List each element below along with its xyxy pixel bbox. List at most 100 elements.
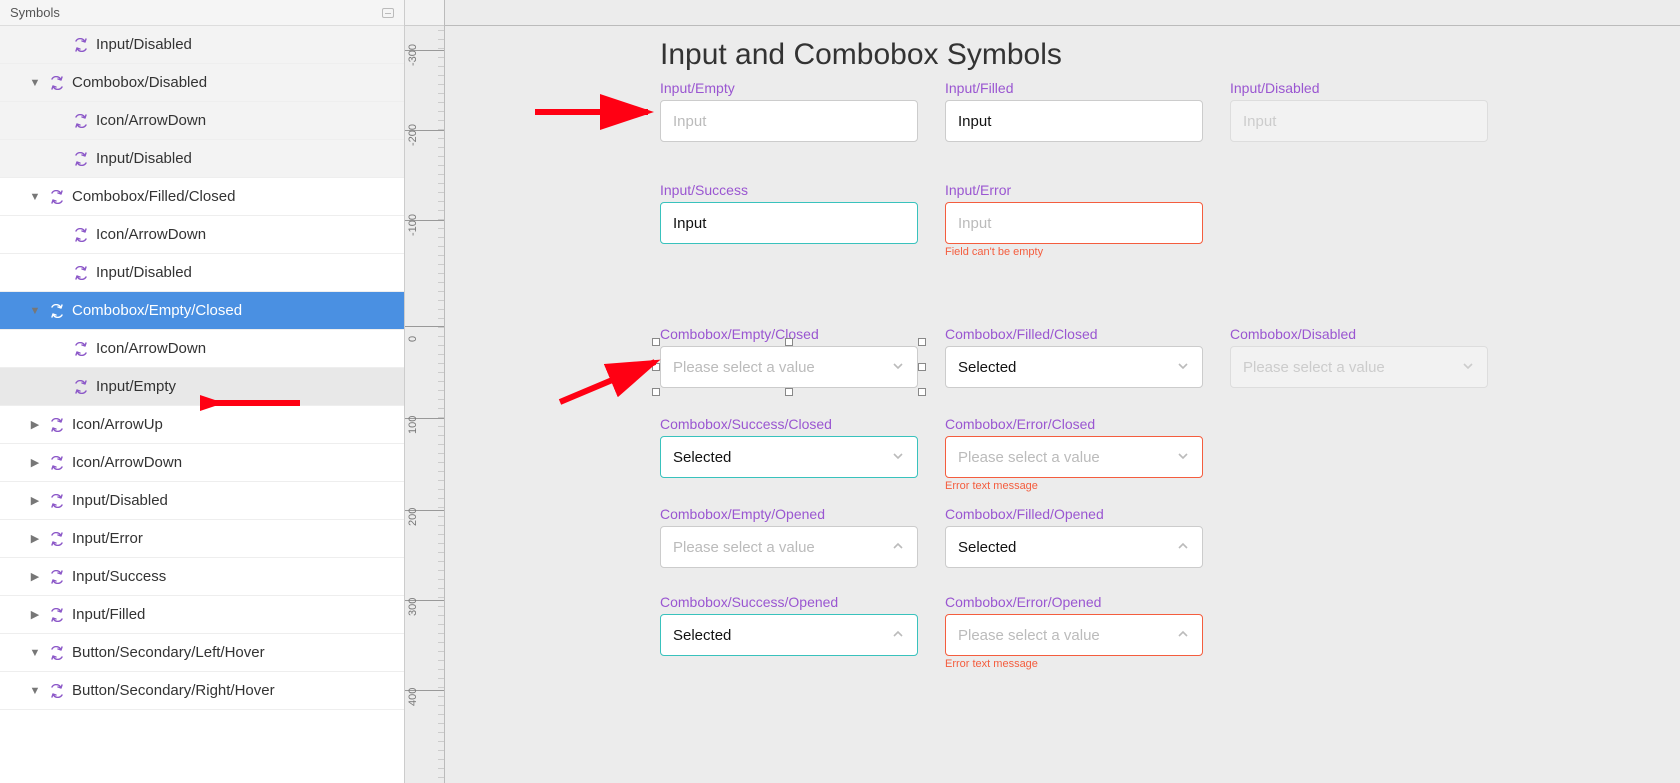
layer-row[interactable]: Icon/ArrowDown (0, 216, 404, 254)
input-filled[interactable]: Input (945, 100, 1203, 142)
symbol-icon (48, 570, 66, 584)
input-filled-value: Input (958, 113, 1190, 130)
disclosure-triangle-icon[interactable]: ▼ (28, 191, 42, 203)
disclosure-triangle-icon[interactable]: ▼ (28, 305, 42, 317)
layer-row[interactable]: Icon/ArrowDown (0, 330, 404, 368)
symbol-icon (48, 494, 66, 508)
layer-row[interactable]: ▶ Icon/ArrowUp (0, 406, 404, 444)
layer-label: Input/Disabled (96, 36, 192, 53)
ruler-tick-label: -200 (407, 120, 419, 146)
layer-row[interactable]: ▶Icon/ArrowDown (0, 444, 404, 482)
panel-title: Symbols (10, 5, 60, 20)
ruler-tick-label: 400 (407, 680, 419, 706)
input-success-value: Input (673, 215, 905, 232)
symbol-icon (72, 152, 90, 166)
panel-collapse-icon[interactable] (382, 8, 394, 18)
chevron-down-icon (1176, 449, 1190, 466)
input-empty[interactable]: Input (660, 100, 918, 142)
layers-panel: Symbols Input/Disabled ▼ Combobox/Disabled… (0, 0, 405, 783)
combobox-success-opened[interactable]: Selected (660, 614, 918, 656)
layer-row[interactable]: ▼Button/Secondary/Left/Hover (0, 634, 404, 672)
layer-row[interactable]: Icon/ArrowDown (0, 102, 404, 140)
combobox-filled-opened[interactable]: Selected (945, 526, 1203, 568)
layer-label: Icon/ArrowDown (96, 226, 206, 243)
layer-row[interactable]: Input/Empty (0, 368, 404, 406)
disclosure-triangle-icon[interactable]: ▶ (28, 570, 42, 583)
label-cbx-success-closed: Combobox/Success/Closed (660, 416, 832, 432)
layers-list: Input/Disabled ▼ Combobox/Disabled Icon/Arr… (0, 26, 404, 710)
chevron-up-icon (1176, 627, 1190, 644)
ruler-tick-label: 200 (407, 500, 419, 526)
cbx-filled-opened-value: Selected (958, 539, 1176, 556)
combobox-empty-opened[interactable]: Please select a value (660, 526, 918, 568)
label-input-filled: Input/Filled (945, 80, 1013, 96)
layer-row[interactable]: ▼ Button/Secondary/Right/Hover (0, 672, 404, 710)
disclosure-triangle-icon[interactable]: ▼ (28, 77, 42, 89)
layer-label: Input/Disabled (96, 150, 192, 167)
ruler-tick-label: -100 (407, 210, 419, 236)
label-cbx-success-opened: Combobox/Success/Opened (660, 594, 838, 610)
cbx-empty-opened-placeholder: Please select a value (673, 539, 891, 556)
layer-row[interactable]: ▶Input/Filled (0, 596, 404, 634)
chevron-down-icon (891, 449, 905, 466)
disclosure-triangle-icon[interactable]: ▶ (28, 608, 42, 621)
layer-label: Combobox/Empty/Closed (72, 302, 242, 319)
cbx-error-closed-placeholder: Please select a value (958, 449, 1176, 466)
ruler-tick-label: 100 (407, 408, 419, 434)
combobox-error-opened[interactable]: Please select a value (945, 614, 1203, 656)
layer-row[interactable]: Input/Disabled (0, 140, 404, 178)
label-input-error: Input/Error (945, 182, 1011, 198)
input-disabled-placeholder: Input (1243, 113, 1475, 130)
layer-row[interactable]: ▶Input/Error (0, 520, 404, 558)
label-cbx-empty-closed: Combobox/Empty/Closed (660, 326, 819, 342)
cbx-disabled-placeholder: Please select a value (1243, 359, 1461, 376)
symbol-icon (48, 646, 66, 660)
label-cbx-filled-closed: Combobox/Filled/Closed (945, 326, 1098, 342)
disclosure-triangle-icon[interactable]: ▶ (28, 456, 42, 469)
ruler-tick-label: 0 (407, 316, 419, 342)
layer-row[interactable]: ▼Combobox/Filled/Closed (0, 178, 404, 216)
symbol-icon (48, 456, 66, 470)
layer-label: Icon/ArrowDown (96, 340, 206, 357)
symbol-icon (48, 76, 66, 90)
label-cbx-disabled: Combobox/Disabled (1230, 326, 1356, 342)
layer-row[interactable]: ▶Input/Disabled (0, 482, 404, 520)
input-error[interactable]: Input (945, 202, 1203, 244)
input-success[interactable]: Input (660, 202, 918, 244)
layer-label: Input/Disabled (96, 264, 192, 281)
canvas[interactable]: Input and Combobox Symbols Input/Empty I… (445, 26, 1680, 783)
layer-label: Button/Secondary/Right/Hover (72, 682, 275, 699)
layer-label: Combobox/Disabled (72, 74, 207, 91)
combobox-success-closed[interactable]: Selected (660, 436, 918, 478)
combobox-empty-closed[interactable]: Please select a value (660, 346, 918, 388)
chevron-up-icon (891, 539, 905, 556)
cbx-error-closed-msg: Error text message (945, 480, 1038, 492)
disclosure-triangle-icon[interactable]: ▶ (28, 532, 42, 545)
layer-row[interactable]: ▼ Combobox/Empty/Closed (0, 292, 404, 330)
panel-header[interactable]: Symbols (0, 0, 404, 26)
combobox-error-closed[interactable]: Please select a value (945, 436, 1203, 478)
symbol-icon (48, 532, 66, 546)
layer-row[interactable]: ▼ Combobox/Disabled (0, 64, 404, 102)
ruler-tick-label: 300 (407, 590, 419, 616)
disclosure-triangle-icon[interactable]: ▼ (28, 685, 42, 697)
cbx-success-opened-value: Selected (673, 627, 891, 644)
disclosure-triangle-icon[interactable]: ▼ (28, 647, 42, 659)
layer-row[interactable]: ▶Input/Success (0, 558, 404, 596)
label-cbx-empty-opened: Combobox/Empty/Opened (660, 506, 825, 522)
label-input-disabled: Input/Disabled (1230, 80, 1320, 96)
symbol-icon (72, 266, 90, 280)
combobox-disabled: Please select a value (1230, 346, 1488, 388)
symbol-icon (72, 114, 90, 128)
disclosure-triangle-icon[interactable]: ▶ (28, 494, 42, 507)
layer-label: Icon/ArrowUp (72, 416, 163, 433)
layer-row[interactable]: Input/Disabled (0, 254, 404, 292)
horizontal-ruler (445, 0, 1680, 26)
layer-row[interactable]: Input/Disabled (0, 26, 404, 64)
annotation-arrow-icon (555, 352, 665, 412)
symbol-icon (72, 380, 90, 394)
combobox-filled-closed[interactable]: Selected (945, 346, 1203, 388)
input-error-msg: Field can't be empty (945, 246, 1043, 258)
cbx-error-opened-msg: Error text message (945, 658, 1038, 670)
disclosure-triangle-icon[interactable]: ▶ (28, 418, 42, 431)
